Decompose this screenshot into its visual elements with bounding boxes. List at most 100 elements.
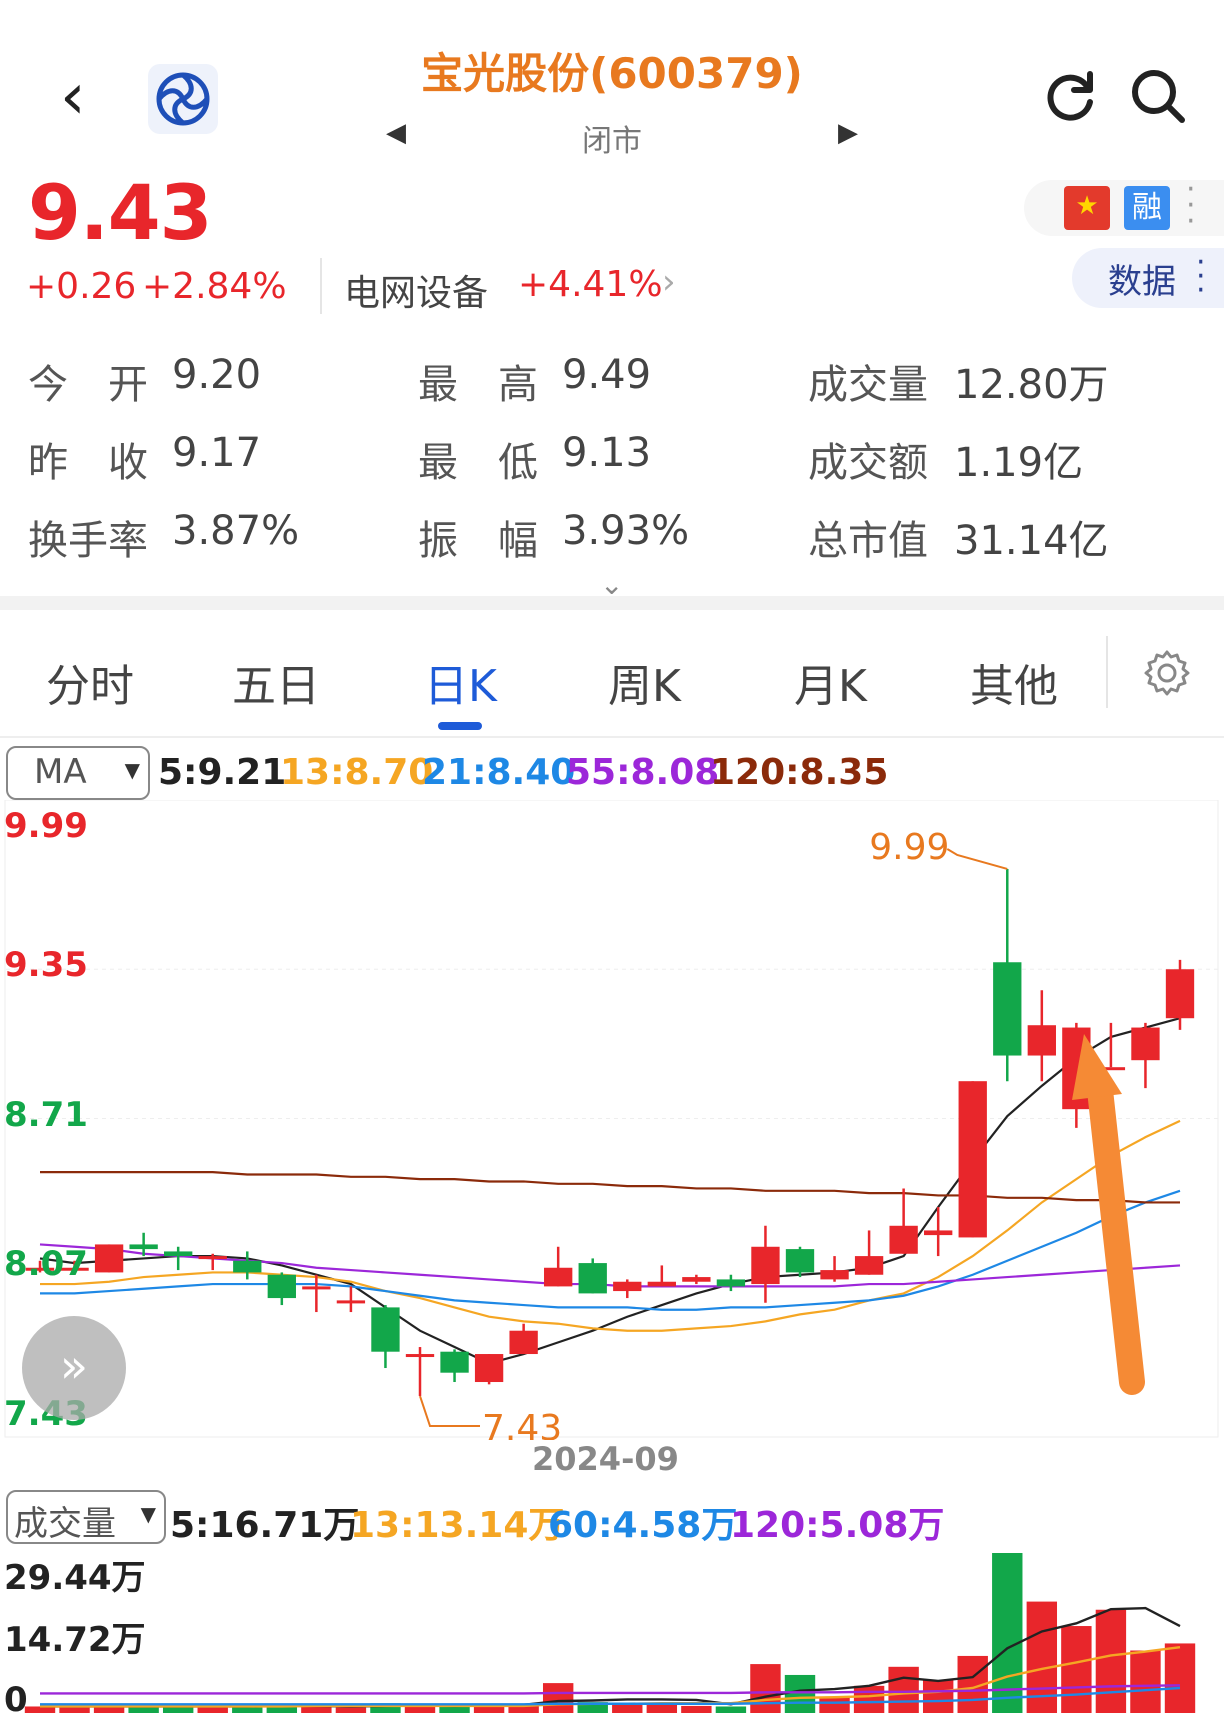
annotation-leader	[946, 848, 1008, 870]
volume-bar[interactable]	[59, 1707, 90, 1713]
indicator-select[interactable]: MA ▼	[6, 746, 150, 800]
candle[interactable]	[164, 1246, 193, 1271]
tab-4[interactable]: 月K	[794, 650, 867, 714]
ma-line-13	[40, 1119, 1181, 1332]
candle[interactable]	[958, 1081, 987, 1238]
chart-settings-button[interactable]	[1142, 648, 1192, 702]
candle[interactable]	[613, 1279, 642, 1299]
candle[interactable]	[302, 1274, 331, 1313]
tab-3[interactable]: 周K	[608, 650, 681, 714]
candle-body	[578, 1263, 607, 1294]
stat-label: 昨 收	[28, 440, 148, 486]
section-divider	[0, 596, 1224, 610]
volume-bar[interactable]	[1061, 1626, 1092, 1713]
legend-value: 120:8.35	[710, 752, 889, 793]
candle-body	[302, 1286, 331, 1290]
chevron-right-icon[interactable]: ›	[662, 262, 676, 302]
volume-bar[interactable]	[853, 1685, 885, 1713]
ma-line-5	[39, 1017, 1181, 1365]
candle[interactable]	[820, 1256, 849, 1282]
refresh-button[interactable]	[1040, 66, 1100, 130]
volume-indicator-select[interactable]: 成交量 ▼	[6, 1490, 166, 1544]
candle[interactable]	[924, 1207, 953, 1257]
volume-bar[interactable]	[646, 1704, 678, 1713]
y-axis-label: 9.35	[4, 945, 88, 986]
candle-body	[751, 1246, 780, 1285]
volume-select-value: 成交量	[14, 1504, 116, 1544]
low-label: 7.43	[482, 1408, 562, 1440]
candle[interactable]	[889, 1188, 918, 1254]
candle[interactable]	[682, 1274, 711, 1285]
volume-bar[interactable]	[197, 1707, 228, 1713]
stat-value: 1.19亿	[954, 440, 1084, 486]
candle[interactable]	[716, 1274, 746, 1292]
volume-bar[interactable]	[542, 1683, 574, 1713]
candle[interactable]	[371, 1305, 400, 1369]
candle[interactable]	[1131, 1022, 1160, 1089]
volume-bar[interactable]	[715, 1706, 747, 1713]
next-stock-button[interactable]: ▶	[838, 118, 858, 148]
candle[interactable]	[405, 1347, 435, 1397]
volume-bar[interactable]	[922, 1680, 954, 1713]
stat-value: 9.49	[562, 352, 652, 398]
volume-chart[interactable]	[0, 1545, 1224, 1719]
candle[interactable]	[751, 1225, 780, 1303]
fast-forward-button[interactable]: »	[22, 1316, 126, 1420]
candle[interactable]	[544, 1246, 573, 1287]
high-label: 9.99	[869, 827, 949, 868]
candle[interactable]	[233, 1251, 262, 1280]
candle[interactable]	[94, 1244, 124, 1273]
volume-bar[interactable]	[819, 1696, 850, 1713]
candlestick-chart[interactable]: 9.99 7.43	[0, 800, 1224, 1440]
candle[interactable]	[474, 1354, 504, 1385]
stat-value: 9.20	[172, 352, 262, 398]
volume-bar[interactable]	[612, 1703, 643, 1713]
tab-2[interactable]: 日K	[424, 650, 497, 714]
candle-body	[854, 1256, 884, 1275]
candle[interactable]	[198, 1253, 227, 1271]
chart-frame	[4, 800, 1219, 1438]
volume-bar[interactable]	[784, 1674, 816, 1713]
more-vertical-icon[interactable]: · · ·	[1186, 175, 1196, 237]
tab-1[interactable]: 五日	[232, 650, 320, 714]
stat-label: 总市值	[808, 518, 928, 564]
tab-5[interactable]: 其他	[970, 650, 1058, 714]
candle[interactable]	[509, 1323, 538, 1355]
candle[interactable]	[647, 1265, 676, 1287]
volume-bar[interactable]	[1130, 1650, 1161, 1714]
candle[interactable]	[578, 1258, 607, 1294]
volume-bar[interactable]	[301, 1706, 332, 1713]
candle[interactable]	[993, 868, 1022, 1082]
stat-label: 今 开	[28, 362, 148, 408]
volume-bar[interactable]	[335, 1707, 367, 1713]
volume-bar[interactable]	[888, 1666, 919, 1713]
candle-body	[129, 1244, 158, 1250]
data-button-label[interactable]: 数据	[1108, 254, 1176, 303]
sector-name[interactable]: 电网设备	[344, 264, 488, 316]
sector-change-pct[interactable]: +4.41%	[518, 264, 663, 305]
volume-bar[interactable]	[1164, 1643, 1196, 1713]
volume-bar[interactable]	[681, 1705, 712, 1713]
volume-bar[interactable]	[1095, 1609, 1127, 1713]
gear-icon	[1144, 650, 1190, 696]
candle[interactable]	[267, 1272, 296, 1306]
candle[interactable]	[1165, 959, 1195, 1030]
stat-value: 9.17	[172, 430, 262, 476]
volume-bar[interactable]	[162, 1707, 194, 1713]
china-flag-icon[interactable]: ★	[1064, 186, 1110, 230]
margin-trading-badge[interactable]: 融	[1124, 186, 1170, 230]
candle[interactable]	[1027, 990, 1056, 1082]
refresh-icon	[1047, 71, 1093, 121]
data-more-icon[interactable]: · · ·	[1196, 248, 1206, 306]
tab-divider	[1106, 636, 1108, 708]
volume-bar[interactable]	[750, 1664, 781, 1713]
search-button[interactable]	[1128, 66, 1188, 130]
stat-label: 成交量	[808, 362, 928, 408]
legend-value: 13:13.14万	[350, 1505, 565, 1546]
volume-bar[interactable]	[439, 1706, 470, 1713]
candle[interactable]	[785, 1246, 815, 1278]
candle[interactable]	[854, 1230, 884, 1275]
candle[interactable]	[440, 1349, 469, 1383]
tab-0[interactable]: 分时	[46, 650, 134, 714]
candle-body	[474, 1354, 504, 1383]
